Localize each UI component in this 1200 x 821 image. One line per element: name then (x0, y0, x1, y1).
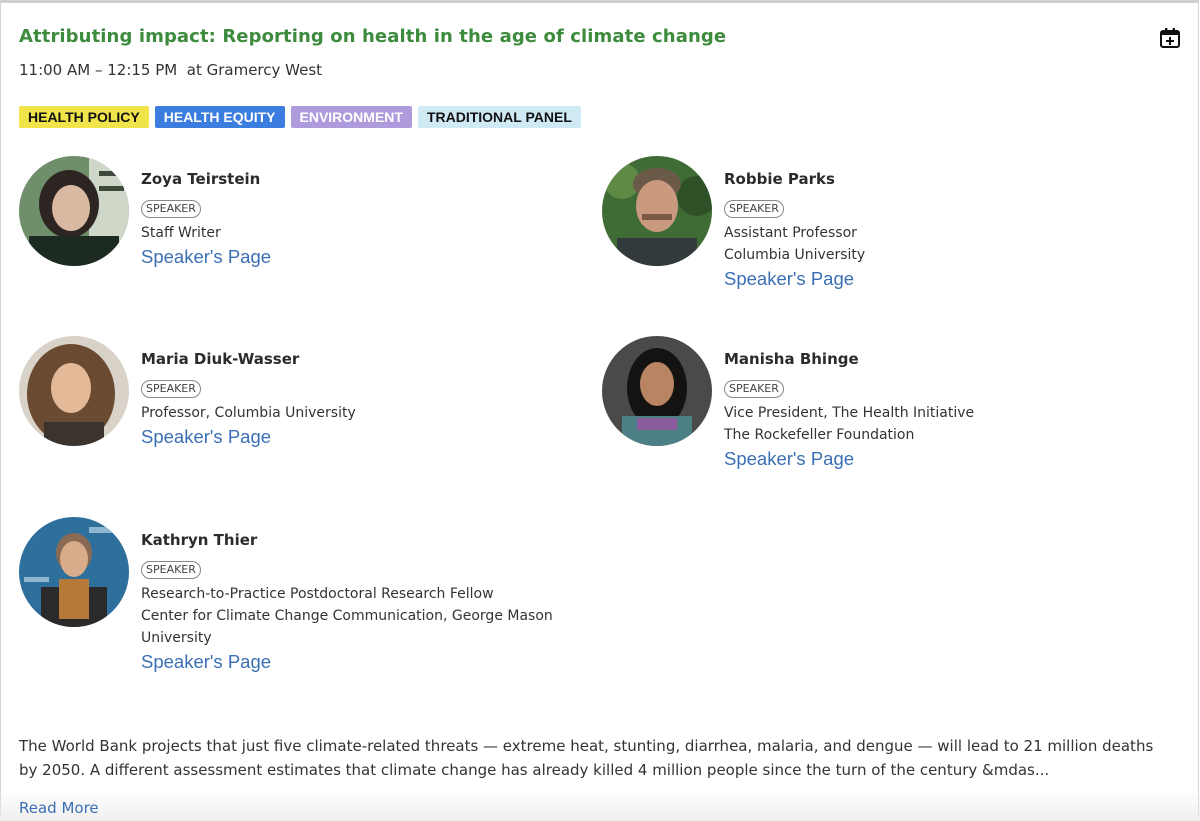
speaker-card: Robbie Parks SPEAKER Assistant Professor… (602, 156, 865, 290)
speaker-role-line: Center for Climate Change Communication,… (141, 608, 553, 624)
speaker-role-line: Assistant Professor (724, 225, 857, 241)
speaker-name: Maria Diuk-Wasser (141, 350, 300, 368)
avatar[interactable] (602, 156, 712, 266)
session-description: The World Bank projects that just five c… (19, 737, 1154, 779)
avatar[interactable] (602, 336, 712, 446)
speaker-role: Professor, Columbia University (141, 402, 356, 424)
tag-health-policy[interactable]: HEALTH POLICY (19, 106, 149, 128)
speaker-role-line: Research-to-Practice Postdoctoral Resear… (141, 586, 494, 602)
speaker-page-link[interactable]: Speaker's Page (141, 651, 271, 673)
speaker-role-line: Professor, Columbia University (141, 405, 356, 421)
tag-traditional-panel[interactable]: TRADITIONAL PANEL (417, 106, 581, 128)
tag-list: HEALTH POLICY HEALTH EQUITY ENVIRONMENT … (19, 106, 581, 128)
read-more-link[interactable]: Read More (19, 799, 99, 817)
avatar[interactable] (19, 517, 129, 627)
speaker-role: Research-to-Practice Postdoctoral Resear… (141, 583, 553, 649)
speaker-badge: SPEAKER (724, 200, 784, 218)
speaker-badge: SPEAKER (141, 380, 201, 398)
speaker-role-line: Columbia University (724, 247, 866, 263)
speaker-card: Zoya Teirstein SPEAKER Staff Writer Spea… (19, 156, 271, 268)
tag-environment[interactable]: ENVIRONMENT (290, 106, 412, 128)
speaker-badge: SPEAKER (141, 200, 201, 218)
speaker-name: Kathryn Thier (141, 531, 258, 549)
speaker-page-link[interactable]: Speaker's Page (141, 426, 271, 448)
session-time: 11:00 AM – 12:15 PM at Gramercy West (19, 61, 322, 79)
speaker-role: Staff Writer (141, 222, 271, 244)
tag-health-equity[interactable]: HEALTH EQUITY (154, 106, 285, 128)
speaker-card: Kathryn Thier SPEAKER Research-to-Practi… (19, 517, 553, 673)
speaker-badge: SPEAKER (724, 380, 784, 398)
speaker-page-link[interactable]: Speaker's Page (141, 246, 271, 268)
speaker-role-line: Vice President, The Health Initiative (724, 405, 975, 421)
session-location: at Gramercy West (186, 61, 323, 79)
speaker-name: Robbie Parks (724, 170, 835, 188)
avatar[interactable] (19, 156, 129, 266)
calendar-plus-icon[interactable] (1159, 27, 1181, 49)
session-title[interactable]: Attributing impact: Reporting on health … (19, 26, 726, 47)
speaker-card: Maria Diuk-Wasser SPEAKER Professor, Col… (19, 336, 356, 448)
speaker-role-line: The Rockefeller Foundation (724, 427, 915, 443)
speaker-role: Vice President, The Health Initiative Th… (724, 402, 974, 446)
speaker-role-line: University (141, 630, 212, 646)
speaker-role-line: Staff Writer (141, 225, 221, 241)
speaker-page-link[interactable]: Speaker's Page (724, 268, 854, 290)
speaker-name: Manisha Bhinge (724, 350, 859, 368)
speaker-card: Manisha Bhinge SPEAKER Vice President, T… (602, 336, 974, 470)
speaker-badge: SPEAKER (141, 561, 201, 579)
speaker-role: Assistant Professor Columbia University (724, 222, 865, 266)
speaker-page-link[interactable]: Speaker's Page (724, 448, 854, 470)
session-time-range: 11:00 AM – 12:15 PM (19, 61, 178, 79)
avatar[interactable] (19, 336, 129, 446)
speaker-name: Zoya Teirstein (141, 170, 261, 188)
